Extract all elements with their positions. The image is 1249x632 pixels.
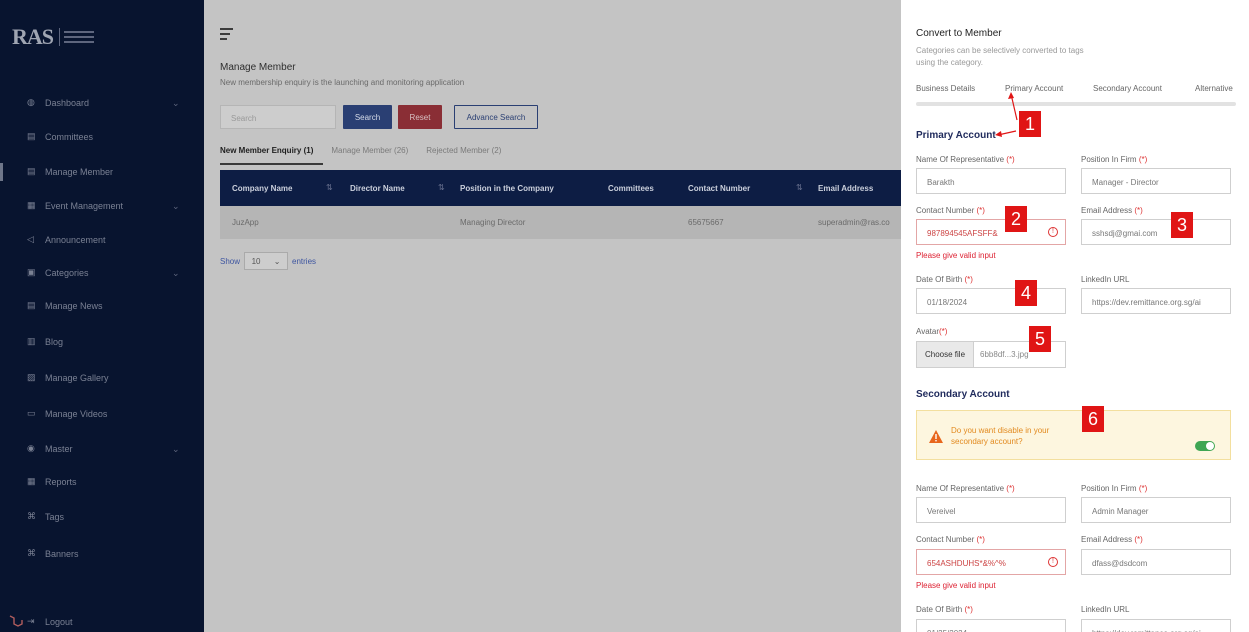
table-row[interactable]: JuzApp Managing Director 65675667 supera… (220, 206, 901, 239)
field-label: Position In Firm (*) (1081, 484, 1148, 493)
convert-member-panel: Convert to Member Categories can be sele… (901, 0, 1249, 632)
column-committees[interactable]: Committees (608, 184, 654, 193)
secondary-account-heading: Secondary Account (916, 389, 1010, 400)
cell-contact: 65675667 (688, 218, 724, 227)
secondary-contact-input[interactable]: 654ASHDUHS*&%^%! (916, 549, 1066, 575)
callout-3: 3 (1171, 212, 1193, 238)
callout-5: 5 (1029, 326, 1051, 352)
search-input[interactable]: Search (220, 105, 336, 129)
sort-icon[interactable]: ⇅ (796, 183, 803, 192)
error-icon: ! (1048, 557, 1058, 567)
field-label: Name Of Representative (*) (916, 155, 1015, 164)
file-name: 6bb8df...3.jpg (980, 350, 1029, 359)
tab-rejected-member[interactable]: Rejected Member (2) (426, 146, 501, 155)
column-contact-number[interactable]: Contact Number (688, 184, 750, 193)
error-message: Please give valid input (916, 581, 996, 590)
column-company-name[interactable]: Company Name (232, 184, 292, 193)
field-label: Avatar(*) (916, 327, 948, 336)
column-email[interactable]: Email Address (818, 184, 873, 193)
panel-description: Categories can be selectively converted … (916, 46, 1084, 67)
callout-4: 4 (1015, 280, 1037, 306)
reset-button[interactable]: Reset (398, 105, 442, 129)
tab-manage-member[interactable]: Manage Member (26) (331, 146, 408, 155)
member-tabs: New Member Enquiry (1) Manage Member (26… (220, 146, 501, 155)
page-subtitle: New membership enquiry is the launching … (220, 78, 465, 87)
field-label: Contact Number (*) (916, 206, 985, 215)
primary-contact-input[interactable]: 987894545AFSFF&! (916, 219, 1066, 245)
tab-new-member-enquiry[interactable]: New Member Enquiry (1) (220, 146, 313, 155)
tab-secondary-account[interactable]: Secondary Account (1093, 84, 1162, 93)
sort-icon[interactable]: ⇅ (438, 183, 445, 192)
field-label: Position In Firm (*) (1081, 155, 1148, 164)
secondary-dob-input[interactable]: 01/25/2024 (916, 619, 1066, 632)
secondary-position-input[interactable]: Admin Manager (1081, 497, 1231, 523)
page-title: Manage Member (220, 62, 296, 73)
cell-email: superadmin@ras.co (818, 218, 890, 227)
disable-secondary-alert: Do you want disable in your secondary ac… (916, 410, 1231, 460)
search-button[interactable]: Search (343, 105, 392, 129)
field-label: Email Address (*) (1081, 206, 1143, 215)
primary-email-input[interactable]: sshsdj@gmai.com (1081, 219, 1231, 245)
entries-label: entries (292, 256, 317, 266)
tabs-scrollbar[interactable] (916, 102, 1236, 106)
callout-2: 2 (1005, 206, 1027, 232)
menu-toggle-icon[interactable] (220, 28, 233, 43)
primary-dob-input[interactable]: 01/18/2024 (916, 288, 1066, 314)
panel-title: Convert to Member (916, 28, 1002, 39)
primary-position-input[interactable]: Manager - Director (1081, 168, 1231, 194)
warning-icon (929, 430, 943, 443)
secondary-email-input[interactable]: dfass@dsdcom (1081, 549, 1231, 575)
field-label: Email Address (*) (1081, 535, 1143, 544)
advance-search-button[interactable]: Advance Search (454, 105, 538, 129)
field-label: LinkedIn URL (1081, 275, 1130, 284)
error-message: Please give valid input (916, 251, 996, 260)
callout-6: 6 (1082, 406, 1104, 432)
active-tab-indicator (220, 163, 323, 165)
secondary-linkedin-input[interactable]: https://dev.remittance.org.sg/ai (1081, 619, 1231, 632)
tab-primary-account[interactable]: Primary Account (1005, 84, 1063, 93)
error-icon: ! (1048, 227, 1058, 237)
cell-company: JuzApp (232, 218, 259, 227)
column-director-name[interactable]: Director Name (350, 184, 405, 193)
field-label: Date Of Birth (*) (916, 605, 973, 614)
page-length-select[interactable]: 10 ⌄ (244, 252, 289, 270)
chevron-down-icon: ⌄ (273, 256, 281, 266)
field-label: LinkedIn URL (1081, 605, 1130, 614)
sort-icon[interactable]: ⇅ (326, 183, 333, 192)
tab-alternative[interactable]: Alternative (1195, 84, 1233, 93)
primary-name-input[interactable]: Barakth (916, 168, 1066, 194)
callout-1: 1 (1019, 111, 1041, 137)
sidebar: RAS ◍ Dashboard ⌄ ▤ Committees ▤ Manage Member… (0, 0, 204, 632)
primary-linkedin-input[interactable]: https://dev.remittance.org.sg/ai (1081, 288, 1231, 314)
disable-secondary-toggle[interactable] (1195, 441, 1215, 451)
field-label: Name Of Representative (*) (916, 484, 1015, 493)
alert-text: Do you want disable in your secondary ac… (951, 426, 1050, 446)
cell-position: Managing Director (460, 218, 526, 227)
primary-account-heading: Primary Account (916, 130, 996, 141)
secondary-name-input[interactable]: Vereivel (916, 497, 1066, 523)
column-position[interactable]: Position in the Company (460, 184, 554, 193)
field-label: Contact Number (*) (916, 535, 985, 544)
field-label: Date Of Birth (*) (916, 275, 973, 284)
tab-business-details[interactable]: Business Details (916, 84, 975, 93)
page-length-control: Show 10 ⌄ entries (220, 252, 316, 270)
table-header: Company Name ⇅ Director Name ⇅ Position … (220, 170, 901, 206)
main-content: Manage Member New membership enquiry is … (204, 0, 901, 632)
show-label: Show (220, 256, 241, 266)
choose-file-button[interactable]: Choose file (917, 342, 975, 367)
